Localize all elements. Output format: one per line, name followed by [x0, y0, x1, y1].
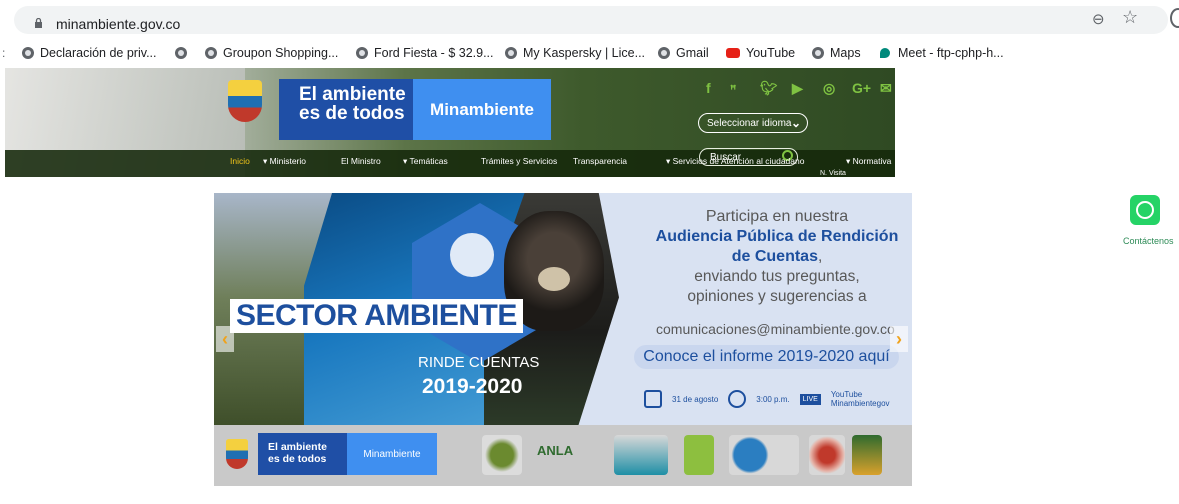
banner-carousel[interactable]: SECTOR AMBIENTE RINDE CUENTAS 2019-2020 …	[214, 193, 912, 486]
colombia-shield-logo	[226, 439, 248, 469]
visits-counter: N. Visita	[820, 170, 846, 177]
youtube-social-icon[interactable]: ▶	[792, 80, 803, 97]
lock-icon	[35, 18, 42, 28]
carousel-prev-button[interactable]: ‹	[216, 326, 234, 352]
partner-logos-strip: El ambiente es de todos Minambiente ANLA	[214, 425, 912, 486]
clock-icon	[728, 390, 747, 408]
youtube-icon	[726, 48, 740, 58]
globe-icon	[505, 47, 517, 59]
tree-icon	[450, 233, 494, 277]
nav-item-tematicas[interactable]: ▾ Temáticas	[403, 156, 448, 167]
bookmark-item[interactable]	[175, 43, 193, 63]
strip-logo: El ambiente es de todos	[258, 433, 347, 475]
partner-logo	[809, 435, 845, 475]
bookmark-item[interactable]: YouTube	[726, 43, 795, 63]
partner-logo	[684, 435, 714, 475]
nav-item-inicio[interactable]: Inicio	[230, 156, 250, 166]
banner-email: comunicaciones@minambiente.gov.co	[656, 321, 895, 337]
globe-icon	[658, 47, 670, 59]
ideam-logo	[614, 435, 668, 475]
globe-icon	[205, 47, 217, 59]
profile-icon[interactable]	[1170, 8, 1179, 28]
overflow-icon[interactable]: :	[2, 46, 5, 60]
site-logo[interactable]: El ambiente es de todos	[279, 79, 413, 140]
banner-subtitle: RINDE CUENTAS	[418, 354, 540, 371]
banner-title: SECTOR AMBIENTE	[230, 299, 523, 333]
bookmark-item[interactable]: Meet - ftp-cphp-h...	[880, 43, 1004, 63]
twitter-icon[interactable]: 🐦︎	[760, 80, 778, 97]
colombia-shield-logo	[228, 80, 262, 122]
nav-item-transparencia[interactable]: Transparencia	[573, 156, 627, 166]
flickr-icon[interactable]: ꟸ	[730, 83, 736, 96]
globe-icon	[812, 47, 824, 59]
banner-promo: Participa en nuestra Audiencia Pública d…	[655, 208, 899, 305]
instagram-icon[interactable]: ◎	[823, 80, 835, 97]
bookmark-item[interactable]: Ford Fiesta - $ 32.9...	[356, 43, 494, 63]
browser-address-bar: minambiente.gov.co ⊖ ☆	[0, 0, 1179, 38]
nav-item-ministerio[interactable]: ▾ Ministerio	[263, 156, 306, 167]
bookmark-item[interactable]: My Kaspersky | Lice...	[505, 43, 645, 63]
meet-icon	[880, 48, 890, 58]
contact-label[interactable]: Contáctenos	[1123, 236, 1174, 246]
mail-icon[interactable]: ✉	[880, 80, 892, 97]
bookmark-item[interactable]: Maps	[812, 43, 861, 63]
facebook-icon[interactable]: f	[706, 80, 711, 96]
globe-icon	[22, 47, 34, 59]
bookmark-item[interactable]: Gmail	[658, 43, 709, 63]
zoom-icon[interactable]: ⊖	[1092, 10, 1105, 28]
banner-year: 2019-2020	[422, 375, 523, 398]
language-select[interactable]: Seleccionar idioma ⌄	[698, 113, 808, 133]
strip-brand: Minambiente	[347, 433, 437, 475]
invemar-logo	[729, 435, 799, 475]
bookmark-star-icon[interactable]: ☆	[1122, 7, 1138, 28]
globe-icon	[356, 47, 368, 59]
nav-item-el-ministro[interactable]: El Ministro	[341, 156, 381, 166]
globe-icon	[175, 47, 187, 59]
whatsapp-icon[interactable]	[1130, 195, 1160, 225]
bookmarks-bar: : Declaración de priv... Groupon Shoppin…	[0, 38, 1179, 66]
nav-item-atencion[interactable]: ▾ Servicios de Atención al ciudadano	[666, 156, 804, 167]
event-details: 31 de agosto 3:00 p.m. LIVE YouTube Minam…	[644, 390, 890, 408]
anla-logo: ANLA	[537, 443, 574, 458]
url-text: minambiente.gov.co	[56, 16, 181, 32]
url-field[interactable]: minambiente.gov.co	[14, 6, 1168, 34]
bear-snout	[538, 267, 570, 291]
informe-link[interactable]: Conoce el informe 2019-2020 aquí	[634, 345, 899, 369]
google-plus-icon[interactable]: G+	[852, 80, 871, 96]
live-badge: LIVE	[799, 393, 821, 405]
bookmark-item[interactable]: Groupon Shopping...	[205, 43, 338, 63]
brand-logo[interactable]: Minambiente	[413, 79, 551, 140]
partner-logo	[852, 435, 882, 475]
bookmark-item[interactable]: Declaración de priv...	[22, 43, 157, 63]
partner-logo	[482, 435, 522, 475]
nav-item-tramites[interactable]: Trámites y Servicios	[481, 156, 557, 166]
carousel-next-button[interactable]: ›	[890, 326, 908, 352]
nav-item-normativa[interactable]: ▾ Normativa	[846, 156, 891, 167]
chevron-down-icon: ⌄	[790, 116, 801, 130]
calendar-icon	[644, 390, 662, 408]
